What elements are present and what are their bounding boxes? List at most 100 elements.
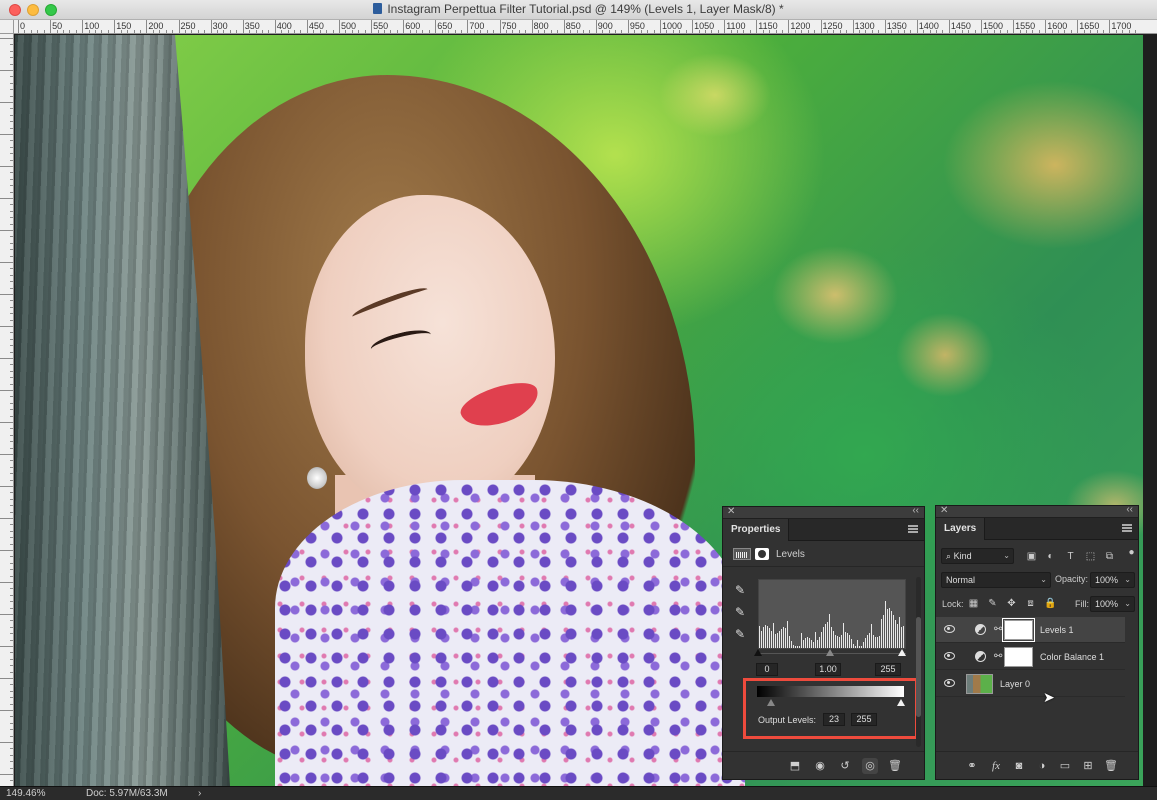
input-white-slider-handle[interactable]: [898, 649, 906, 656]
layer-row-color-balance-1[interactable]: ⚯ Color Balance 1: [936, 644, 1125, 670]
lock-transparent-pixels-icon[interactable]: ▦: [968, 598, 979, 609]
panel-menu-icon[interactable]: [1122, 524, 1132, 532]
new-group-icon[interactable]: ▭: [1057, 758, 1073, 774]
histogram-bar: [799, 646, 800, 648]
scrollbar-thumb[interactable]: [916, 617, 921, 717]
ruler-tick-label: 200: [148, 21, 164, 31]
layer-visibility-eye-icon[interactable]: [944, 625, 955, 633]
ruler-tick: [274, 20, 276, 33]
lock-all-icon[interactable]: 🔒: [1044, 598, 1056, 609]
layer-visibility-eye-icon[interactable]: [944, 679, 955, 687]
black-point-eyedropper-icon[interactable]: ✎: [735, 583, 749, 597]
zoom-level[interactable]: 149.46%: [6, 788, 45, 799]
ruler-tick: [10, 153, 13, 155]
layer-visibility-eye-icon[interactable]: [944, 652, 955, 660]
tab-layers[interactable]: Layers: [936, 518, 986, 540]
opacity-field[interactable]: 100% ⌄: [1090, 572, 1135, 588]
mask-link-icon[interactable]: ⚯: [994, 624, 1002, 635]
filter-toggle-icon[interactable]: ●: [1126, 547, 1137, 558]
output-black-field[interactable]: 23: [823, 713, 845, 726]
ruler-tick: [0, 262, 13, 263]
ruler-tick: [10, 402, 13, 404]
ruler-minor-tick: [505, 30, 507, 33]
ruler-tick: [10, 338, 13, 340]
type-filter-icon[interactable]: T: [1065, 551, 1076, 562]
new-layer-icon[interactable]: ⊞: [1080, 758, 1096, 774]
status-menu-arrow-icon[interactable]: ›: [198, 788, 201, 799]
output-white-slider-handle[interactable]: [897, 699, 905, 706]
collapse-panel-icon[interactable]: ‹‹: [912, 505, 919, 516]
ruler-tick: [10, 268, 13, 270]
ruler-tick: [0, 358, 13, 359]
trash-icon[interactable]: 🗑: [887, 758, 903, 774]
adjustment-filter-icon[interactable]: ◐: [1045, 551, 1056, 562]
lock-position-icon[interactable]: ✥: [1006, 598, 1017, 609]
collapse-panel-icon[interactable]: ‹‹: [1126, 504, 1133, 515]
document-size[interactable]: Doc: 5.97M/63.3M: [86, 788, 168, 799]
layer-name[interactable]: Color Balance 1: [1040, 652, 1104, 662]
mask-icon[interactable]: [755, 548, 769, 560]
layer-thumbnail[interactable]: [966, 674, 993, 694]
layer-name[interactable]: Levels 1: [1040, 625, 1074, 635]
layer-mask-thumbnail[interactable]: [1002, 618, 1035, 642]
blend-mode-select[interactable]: Normal ⌄: [941, 572, 1051, 588]
output-white-field[interactable]: 255: [851, 713, 877, 726]
ruler-minor-tick: [313, 30, 315, 33]
layer-mask-thumbnail[interactable]: [1004, 647, 1033, 667]
lock-label: Lock:: [942, 599, 964, 609]
vertical-ruler[interactable]: [0, 34, 14, 786]
ruler-minor-tick: [486, 30, 488, 33]
ruler-minor-tick: [730, 30, 732, 33]
shape-filter-icon[interactable]: ⬚: [1085, 551, 1096, 562]
ruler-tick: [10, 716, 13, 718]
input-gamma-slider-handle[interactable]: [826, 649, 834, 656]
prevent-autonest-icon[interactable]: ⧈: [1025, 598, 1036, 609]
ruler-tick: [0, 454, 13, 455]
reset-icon[interactable]: ↺: [837, 758, 853, 774]
pixel-filter-icon[interactable]: ▣: [1026, 551, 1037, 562]
ruler-tick: [1013, 20, 1015, 33]
layer-row-layer-0[interactable]: Layer 0: [936, 671, 1125, 697]
close-panel-icon[interactable]: ✕: [940, 505, 948, 516]
histogram-bar: [759, 626, 760, 648]
lock-image-pixels-icon[interactable]: ✎: [987, 598, 998, 609]
layer-name[interactable]: Layer 0: [1000, 679, 1030, 689]
ruler-tick: [435, 20, 437, 33]
ruler-tick: [1077, 20, 1079, 33]
layer-row-levels-1[interactable]: ⚯ Levels 1: [936, 617, 1125, 643]
visibility-icon[interactable]: ◎: [862, 758, 878, 774]
white-point-eyedropper-icon[interactable]: ✎: [735, 627, 749, 641]
panel-menu-icon[interactable]: [908, 525, 918, 533]
levels-adjustment-icon[interactable]: [733, 548, 751, 560]
gray-point-eyedropper-icon[interactable]: ✎: [735, 605, 749, 619]
ruler-tick: [10, 601, 13, 603]
output-levels-gradient[interactable]: [757, 686, 904, 697]
horizontal-ruler[interactable]: 0 50 100 150 200 250 300 350 400 450 500 550 600 650 7…: [14, 20, 1157, 34]
delete-layer-icon[interactable]: 🗑: [1103, 758, 1119, 774]
filter-kind-select[interactable]: ⌕ Kind ⌄: [941, 548, 1014, 564]
tab-properties[interactable]: Properties: [723, 519, 790, 541]
fx-button[interactable]: fx: [988, 758, 1004, 774]
fill-field[interactable]: 100% ⌄: [1090, 596, 1135, 612]
properties-scrollbar[interactable]: [916, 577, 921, 747]
output-black-slider-handle[interactable]: [767, 699, 775, 706]
view-previous-icon[interactable]: ◉: [812, 758, 828, 774]
input-gamma-field[interactable]: 1.00: [815, 663, 841, 676]
mask-link-icon[interactable]: ⚯: [994, 651, 1002, 662]
add-mask-icon[interactable]: ◙: [1011, 758, 1027, 774]
close-panel-icon[interactable]: ✕: [727, 506, 735, 517]
ruler-minor-tick: [229, 30, 231, 33]
histogram-bar: [843, 623, 844, 648]
input-black-slider-handle[interactable]: [754, 649, 762, 656]
smart-object-filter-icon[interactable]: ⧉: [1104, 551, 1115, 562]
input-white-field[interactable]: 255: [875, 663, 901, 676]
ruler-minor-tick: [903, 30, 905, 33]
new-adjustment-layer-icon[interactable]: ◑: [1034, 758, 1050, 774]
ruler-minor-tick: [454, 30, 456, 33]
link-layers-icon[interactable]: ⚭: [964, 758, 980, 774]
clip-to-layer-icon[interactable]: ⬒: [787, 758, 803, 774]
ruler-tick: [10, 633, 13, 635]
input-black-field[interactable]: 0: [756, 663, 778, 676]
ruler-minor-tick: [24, 30, 26, 33]
ruler-origin[interactable]: [0, 20, 14, 34]
